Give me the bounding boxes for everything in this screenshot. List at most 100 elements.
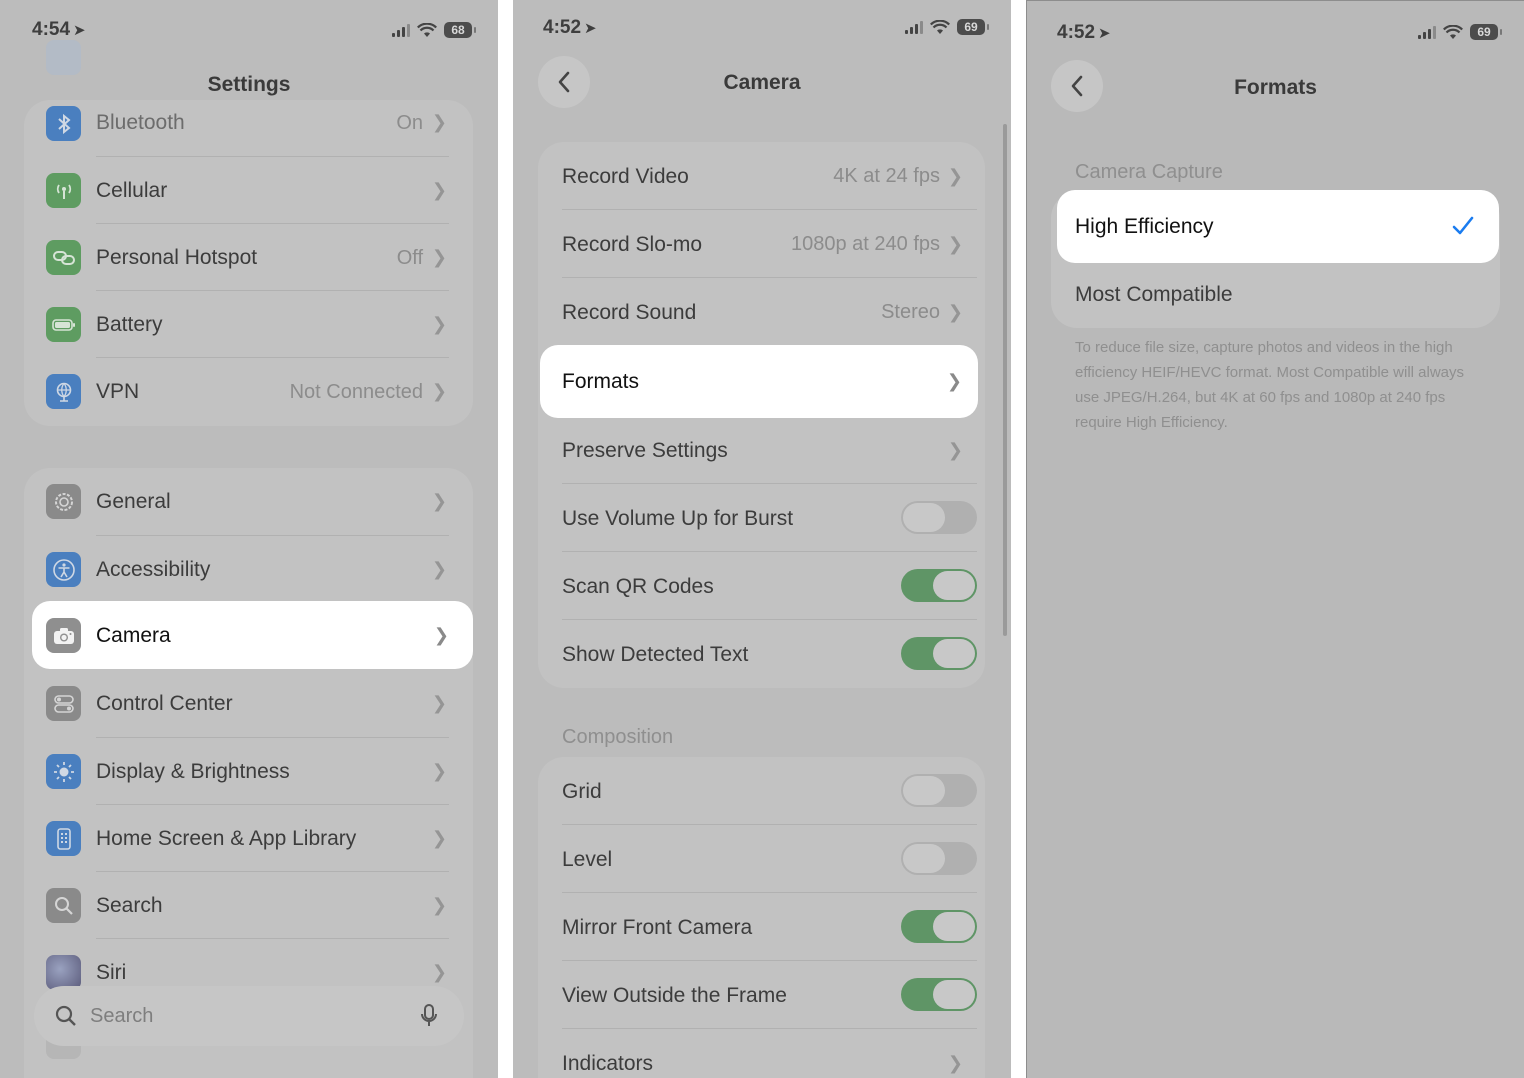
row-label: Control Center (96, 692, 233, 715)
page-title: Camera (723, 71, 801, 94)
settings-row-display-brightness[interactable]: Display & Brightness ❯ (24, 738, 473, 805)
settings-row-search[interactable]: Search ❯ (24, 872, 473, 939)
option-label: High Efficiency (1075, 215, 1214, 238)
camera-row-volume-burst: Use Volume Up for Burst (538, 484, 985, 552)
composition-row-mirror-front: Mirror Front Camera (538, 893, 985, 961)
wifi-icon (1443, 24, 1463, 39)
settings-row-accessibility[interactable]: Accessibility ❯ (24, 536, 473, 603)
bluetooth-icon (46, 106, 81, 141)
camera-row-detected-text: Show Detected Text (538, 620, 985, 688)
row-label: General (96, 490, 171, 513)
row-label: VPN (96, 380, 140, 403)
settings-row-battery[interactable]: Battery ❯ (24, 291, 473, 358)
row-label: Search (96, 894, 163, 917)
chevron-right-icon: ❯ (431, 693, 447, 713)
row-value: Off (396, 247, 423, 269)
row-label: Accessibility (96, 558, 211, 581)
settings-row-control-center[interactable]: Control Center ❯ (24, 670, 473, 737)
gear-icon (46, 484, 81, 519)
row-label: Mirror Front Camera (562, 916, 753, 939)
row-label: Camera (96, 624, 171, 647)
control-center-icon (46, 686, 81, 721)
settings-row-vpn[interactable]: VPN Not Connected ❯ (24, 358, 473, 425)
battery-level: 69 (1470, 24, 1502, 40)
mirror-front-toggle[interactable] (901, 910, 977, 943)
row-label: Cellular (96, 179, 168, 202)
row-label: Scan QR Codes (562, 575, 714, 598)
composition-group: Grid Level Mirror Front Camera View Outs… (538, 757, 985, 1078)
chevron-right-icon: ❯ (947, 234, 963, 254)
formats-screen: 4:52 ➤ 69 Formats Camera Capture Most Com… (1026, 0, 1524, 1078)
volume-burst-toggle[interactable] (901, 501, 977, 534)
row-label: Record Sound (562, 301, 697, 324)
signal-icon (1418, 25, 1436, 39)
row-label: Battery (96, 313, 163, 336)
microphone-icon[interactable] (420, 1003, 438, 1029)
location-arrow-icon: ➤ (584, 20, 597, 37)
row-label: Show Detected Text (562, 643, 749, 666)
chevron-right-icon: ❯ (431, 112, 447, 132)
status-time-text: 4:52 (1057, 22, 1096, 43)
level-toggle[interactable] (901, 842, 977, 875)
row-label: Formats (562, 370, 640, 393)
detected-text-toggle[interactable] (901, 637, 977, 670)
sun-icon (46, 754, 81, 789)
camera-row-record-slomo[interactable]: Record Slo-mo 1080p at 240 fps ❯ (538, 210, 985, 278)
grid-toggle[interactable] (901, 774, 977, 807)
row-value: 4K at 24 fps (833, 165, 940, 187)
siri-icon (46, 955, 81, 990)
chevron-right-icon: ❯ (431, 828, 447, 848)
accessibility-icon (46, 552, 81, 587)
chevron-right-icon: ❯ (433, 625, 449, 645)
row-label: Grid (562, 780, 602, 803)
chevron-right-icon: ❯ (431, 962, 447, 982)
composition-row-level: Level (538, 825, 985, 893)
settings-row-bluetooth[interactable]: Bluetooth On ❯ (24, 100, 473, 146)
chevron-right-icon: ❯ (947, 302, 963, 322)
location-arrow-icon: ➤ (73, 22, 86, 39)
scrollbar[interactable] (1003, 124, 1007, 636)
wifi-icon (417, 22, 437, 37)
camera-icon (46, 618, 81, 653)
status-time-text: 4:52 (543, 17, 582, 38)
row-label: Display & Brightness (96, 760, 290, 783)
camera-row-preserve-settings[interactable]: Preserve Settings ❯ (538, 416, 985, 484)
chevron-right-icon: ❯ (946, 371, 962, 391)
camera-row-record-video[interactable]: Record Video 4K at 24 fps ❯ (538, 142, 985, 210)
camera-row-formats[interactable]: Formats ❯ (540, 345, 978, 418)
row-label: Bluetooth (96, 111, 185, 134)
row-label: Record Slo-mo (562, 233, 703, 256)
chevron-right-icon: ❯ (947, 440, 963, 460)
search-placeholder: Search (90, 1004, 154, 1027)
row-label: Use Volume Up for Burst (562, 507, 794, 530)
status-time-text: 4:54 (32, 19, 71, 40)
chevron-right-icon: ❯ (431, 247, 447, 267)
search-bar[interactable]: Search (34, 986, 464, 1046)
formats-footnote: To reduce file size, capture photos and … (1075, 339, 1465, 431)
scan-qr-toggle[interactable] (901, 569, 977, 602)
chevron-right-icon: ❯ (431, 895, 447, 915)
option-most-compatible[interactable]: Most Compatible (1051, 260, 1500, 328)
view-outside-toggle[interactable] (901, 978, 977, 1011)
chevron-right-icon: ❯ (431, 314, 447, 334)
hotspot-link-icon (46, 240, 81, 275)
connectivity-group: Bluetooth On ❯ Cellular ❯ Personal Hotsp… (24, 100, 473, 426)
settings-row-personal-hotspot[interactable]: Personal Hotspot Off ❯ (24, 224, 473, 291)
settings-row-home-screen[interactable]: Home Screen & App Library ❯ (24, 805, 473, 872)
signal-icon (392, 23, 410, 37)
option-high-efficiency[interactable]: High Efficiency (1057, 190, 1499, 263)
camera-row-scan-qr: Scan QR Codes (538, 552, 985, 620)
row-label: Indicators (562, 1052, 654, 1075)
settings-row-camera[interactable]: Camera ❯ (32, 601, 473, 669)
wifi-icon (930, 19, 950, 34)
row-label: Level (562, 848, 613, 871)
composition-row-indicators[interactable]: Indicators ❯ (538, 1029, 985, 1078)
row-value: Stereo (881, 301, 940, 323)
battery-level: 68 (444, 22, 476, 38)
row-label: Home Screen & App Library (96, 827, 357, 850)
settings-row-cellular[interactable]: Cellular ❯ (24, 157, 473, 224)
settings-row-general[interactable]: General ❯ (24, 468, 473, 535)
camera-row-record-sound[interactable]: Record Sound Stereo ❯ (538, 278, 985, 346)
chevron-right-icon: ❯ (947, 166, 963, 186)
row-label: Personal Hotspot (96, 246, 258, 269)
